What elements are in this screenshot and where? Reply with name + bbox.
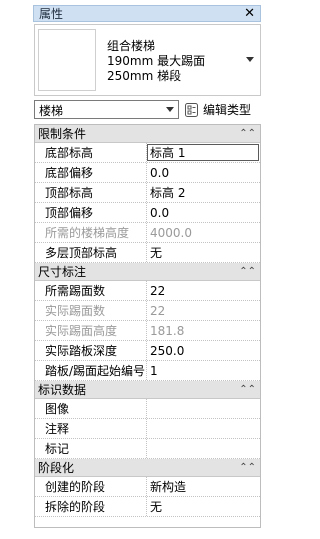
property-row-actual-riser-height: 实际踢面高度 181.8 [35,321,260,341]
group-identity-data[interactable]: 标识数据 ⌃⌃ [35,381,260,399]
actual-risers-value: 22 [150,303,166,318]
group-phasing[interactable]: 阶段化 ⌃⌃ [35,459,260,477]
group-dimensions[interactable]: 尺寸标注 ⌃⌃ [35,263,260,281]
phase-created-field[interactable]: 新构造 [147,477,260,496]
property-name: 底部偏移 [35,163,147,182]
property-row-mark: 标记 [35,439,260,459]
base-level-field[interactable]: 标高 1 [147,144,259,161]
group-label: 标识数据 [38,383,87,397]
chevron-down-icon[interactable] [246,57,254,62]
property-row-desired-risers: 所需踢面数 22 [35,281,260,301]
comments-field[interactable] [147,419,260,438]
grid-filler [35,517,260,527]
selector-row: 楼梯 编辑类型 [34,100,261,120]
property-row-actual-risers: 实际踢面数 22 [35,301,260,321]
property-name: 标记 [35,439,147,458]
image-field[interactable] [147,399,260,418]
property-row-multistory-top-level: 多层顶部标高 无 [35,243,260,263]
panel-title: 属性 [39,7,64,21]
property-name: 踏板/踢面起始编号 [35,361,147,380]
tread-riser-start-number-field[interactable]: 1 [147,361,260,380]
property-row-top-offset: 顶部偏移 0.0 [35,203,260,223]
property-name: 所需踢面数 [35,281,147,300]
property-name: 所需的楼梯高度 [35,223,147,242]
type-preview-image [38,29,96,91]
property-row-desired-stair-height: 所需的楼梯高度 4000.0 [35,223,260,243]
property-row-comments: 注释 [35,419,260,439]
desired-stair-height-value: 4000.0 [150,225,192,240]
actual-riser-height-value: 181.8 [150,323,185,338]
category-dropdown-value: 楼梯 [39,104,64,118]
group-label: 限制条件 [38,127,87,141]
edit-type-button[interactable]: 编辑类型 [185,100,251,119]
group-label: 阶段化 [38,461,75,475]
property-name: 拆除的阶段 [35,497,147,516]
property-row-phase-created: 创建的阶段 新构造 [35,477,260,497]
property-name: 实际踢面数 [35,301,147,320]
property-row-top-level: 顶部标高 标高 2 [35,183,260,203]
property-name: 多层顶部标高 [35,243,147,262]
type-name: 组合楼梯 190mm 最大踢面 250mm 梯段 [107,39,205,84]
type-riser-spec: 190mm 最大踢面 [107,54,206,68]
edit-type-label: 编辑类型 [203,103,252,117]
property-name: 顶部偏移 [35,203,147,222]
property-name: 图像 [35,399,147,418]
base-offset-field[interactable]: 0.0 [147,163,260,182]
properties-grid: 限制条件 ⌃⌃ 底部标高 标高 1 底部偏移 0.0 顶部标高 标高 2 顶部偏… [34,124,261,528]
top-offset-field[interactable]: 0.0 [147,203,260,222]
edit-type-icon [185,102,198,117]
mark-field[interactable] [147,439,260,458]
close-icon[interactable]: ✕ [244,7,255,20]
collapse-icon[interactable]: ⌃⌃ [239,462,256,473]
category-dropdown[interactable]: 楼梯 [34,100,179,119]
property-row-base-level: 底部标高 标高 1 [35,143,260,163]
property-row-tread-riser-start-number: 踏板/踢面起始编号 1 [35,361,260,381]
property-row-phase-demolished: 拆除的阶段 无 [35,497,260,517]
property-name: 顶部标高 [35,183,147,202]
type-family-name: 组合楼梯 [107,39,156,53]
property-row-base-offset: 底部偏移 0.0 [35,163,260,183]
property-name: 注释 [35,419,147,438]
multistory-top-level-field[interactable]: 无 [147,243,260,262]
property-name: 底部标高 [35,143,147,162]
group-constraints[interactable]: 限制条件 ⌃⌃ [35,125,260,143]
collapse-icon[interactable]: ⌃⌃ [239,384,256,395]
property-name: 创建的阶段 [35,477,147,496]
actual-tread-depth-field[interactable]: 250.0 [147,341,260,360]
property-name: 实际踏板深度 [35,341,147,360]
type-run-spec: 250mm 梯段 [107,69,182,83]
group-label: 尺寸标注 [38,265,87,279]
property-row-actual-tread-depth: 实际踏板深度 250.0 [35,341,260,361]
collapse-icon[interactable]: ⌃⌃ [239,266,256,277]
desired-risers-field[interactable]: 22 [147,281,260,300]
properties-title-bar: 属性 ✕ [33,5,261,22]
property-row-image: 图像 [35,399,260,419]
type-selector[interactable]: 组合楼梯 190mm 最大踢面 250mm 梯段 [34,24,261,96]
top-level-field[interactable]: 标高 2 [147,183,260,202]
phase-demolished-field[interactable]: 无 [147,497,260,516]
collapse-icon[interactable]: ⌃⌃ [239,128,256,139]
property-name: 实际踢面高度 [35,321,147,340]
chevron-down-icon[interactable] [166,107,174,112]
